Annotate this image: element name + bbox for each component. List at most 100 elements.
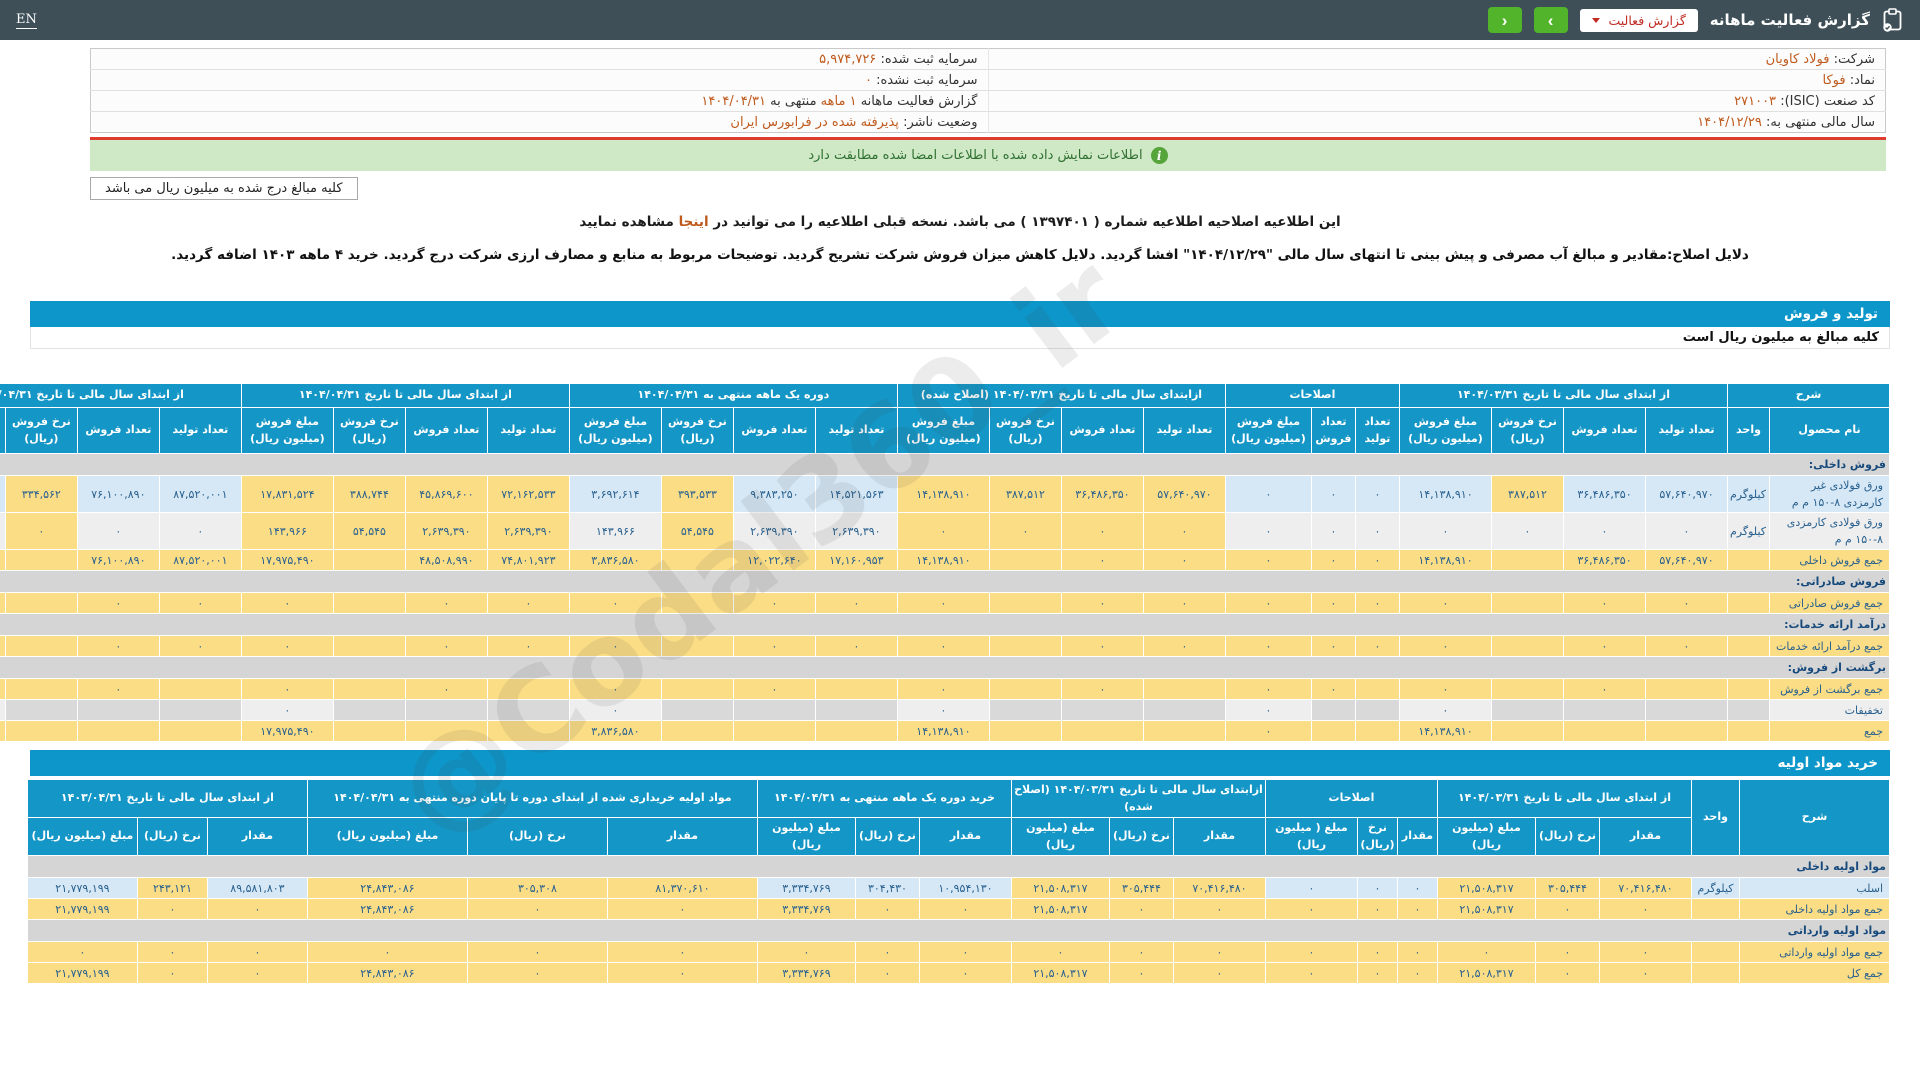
table-cell: ۷۴,۸۰۱,۹۲۳ [487,550,569,571]
table-cell [1728,593,1770,614]
table-cell: ۱۲,۰۲۲,۶۴۰ [733,550,815,571]
row-label: جمع فروش صادراتی [1770,593,1890,614]
row-label: تخفیفات [1770,700,1890,721]
table-cell: ۲۵,۴۶۰,۴۹۱ [0,476,5,513]
table-cell: ۰ [815,636,897,657]
column-header: مبلغ (میلیون ریال) [1011,818,1109,856]
table-cell [661,636,733,657]
table-cell [1728,550,1770,571]
column-group-header: اصلاحات [1265,780,1437,818]
language-switch-link[interactable]: EN [16,12,37,29]
table-cell: ۰ [569,700,661,721]
table-cell [333,550,405,571]
column-header: تعداد تولید [1646,408,1728,454]
table-cell: ۷۰,۴۱۶,۴۸۰ [1173,878,1265,899]
table-cell: ۰ [897,636,989,657]
table-cell [1311,700,1355,721]
table-row: جمع کل۰۰۲۱,۵۰۸,۳۱۷۰۰۰۰۰۲۱,۵۰۸,۳۱۷۰۰۳,۳۳۴… [27,963,1889,984]
table-cell: ۷۲,۱۶۲,۵۳۳ [487,476,569,513]
column-header: تعداد تولید [815,408,897,454]
table-cell [989,721,1061,742]
table-cell: ۲۱,۷۷۹,۱۹۹ [27,963,137,984]
table-cell: ۱۴,۱۳۸,۹۱۰ [1399,721,1491,742]
table-cell [5,636,77,657]
table-cell: ۰ [1011,942,1109,963]
report-type-dropdown[interactable]: گزارش فعالیت [1580,9,1698,32]
table-cell [1355,700,1399,721]
table-cell: ۰ [137,899,207,920]
group-label: مواد اولیه وارداتی [27,920,1889,942]
column-header: مبلغ ( میلیون ریال) [1265,818,1357,856]
table-cell: ۰ [1355,636,1399,657]
table-cell: ۰ [1355,476,1399,513]
table-cell: ۱۰,۹۵۴,۱۳۰ [919,878,1011,899]
table-cell: ۰ [1564,679,1646,700]
column-group-header: از ابتدای سال مالی تا تاریخ ۱۴۰۴/۰۳/۳۱ [1437,780,1691,818]
info-segment: نماد: [1850,73,1875,88]
previous-version-link[interactable]: اینجا [679,214,709,230]
table-cell [1311,721,1355,742]
info-segment: کد صنعت (ISIC): [1780,94,1875,109]
table-cell [5,593,77,614]
column-group-header: دوره یک ماهه منتهی به ۱۴۰۴/۰۴/۳۱ [569,384,897,408]
table-cell [1492,593,1564,614]
table-cell: ۲۵,۴۶۰,۴۹۱ [0,550,5,571]
table-cell: ۳۰۵,۴۴۴ [1536,878,1600,899]
table-row: اسلبکیلوگرم۷۰,۴۱۶,۴۸۰۳۰۵,۴۴۴۲۱,۵۰۸,۳۱۷۰۰… [27,878,1889,899]
table-cell: ۱۴,۱۳۸,۹۱۰ [1399,550,1491,571]
info-segment: سرمایه ثبت نشده: [876,73,977,88]
table-cell: ۰ [1311,550,1355,571]
info-row: نماد: فوکا سرمایه ثبت نشده: ۰ [91,70,1886,91]
table-cell: ۴۵,۸۶۹,۶۰۰ [405,476,487,513]
table-cell: ۰ [733,679,815,700]
table-cell [989,679,1061,700]
info-segment: سرمایه ثبت شده: [880,52,977,67]
column-header: تعداد تولید [487,408,569,454]
column-header: نرخ فروش (ریال) [1492,408,1564,454]
table-cell: ۳۰۴,۴۳۰ [855,878,919,899]
table-cell: ۰ [487,593,569,614]
group-label: فروش صادراتی: [0,571,1890,593]
table-cell: ۰ [1397,899,1437,920]
amendment-notice-post: مشاهده نمایید [579,214,674,230]
table-cell [1492,679,1564,700]
column-header: نرخ (ریال) [137,818,207,856]
table-row: ورق فولادی غیر کارمزدی ۸-۱۵۰ م مکیلوگرم۵… [0,476,1890,513]
column-header: مقدار [607,818,757,856]
table-cell [661,593,733,614]
table-cell: ۳۶,۴۸۶,۳۵۰ [1564,476,1646,513]
table-cell [815,721,897,742]
table-cell [333,721,405,742]
raw-materials-table: شرحواحداز ابتدای سال مالی تا تاریخ ۱۴۰۴/… [30,779,1890,984]
table-cell: ۹,۳۸۳,۲۵۰ [733,476,815,513]
table-cell: ۰ [1225,550,1311,571]
table-cell: ۰ [467,899,607,920]
table-cell: ۱۷,۹۷۵,۴۹۰ [241,721,333,742]
table-cell: ۰ [1397,942,1437,963]
table-cell [159,700,241,721]
table-cell: ۳۰۵,۳۰۸ [467,878,607,899]
chevron-left-icon: ‹ [1502,12,1508,29]
table-cell: ۰ [1173,963,1265,984]
column-header: نرخ فروش (ریال) [333,408,405,454]
table-cell [661,700,733,721]
column-header: نام محصول [1770,408,1890,454]
table-cell: ۰ [1109,963,1173,984]
table-cell: ۰ [1061,550,1143,571]
table-cell: ۰ [467,942,607,963]
table-cell [1564,700,1646,721]
table-cell: ۳,۸۳۶,۵۸۰ [569,550,661,571]
column-group-header: از ابتدای سال مالی تا تاریخ ۱۴۰۴/۰۴/۳۱ [241,384,569,408]
table-cell: ۰ [241,679,333,700]
table-cell: ۰ [1109,942,1173,963]
column-header: مبلغ فروش (میلیون ریال) [897,408,989,454]
table-cell [1728,679,1770,700]
table-cell: ۰ [159,636,241,657]
column-group-header: از ابتدای سال مالی تا تاریخ ۱۴۰۴/۰۳/۳۱ [1399,384,1727,408]
table-cell: ۰ [241,593,333,614]
table-cell [405,700,487,721]
table-row: جمع مواد اولیه وارداتی۰۰۰۰۰۰۰۰۰۰۰۰۰۰۰۰۰۰ [27,942,1889,963]
previous-report-button[interactable]: ‹ [1488,7,1522,33]
next-report-button[interactable]: › [1534,7,1568,33]
table-cell [661,679,733,700]
